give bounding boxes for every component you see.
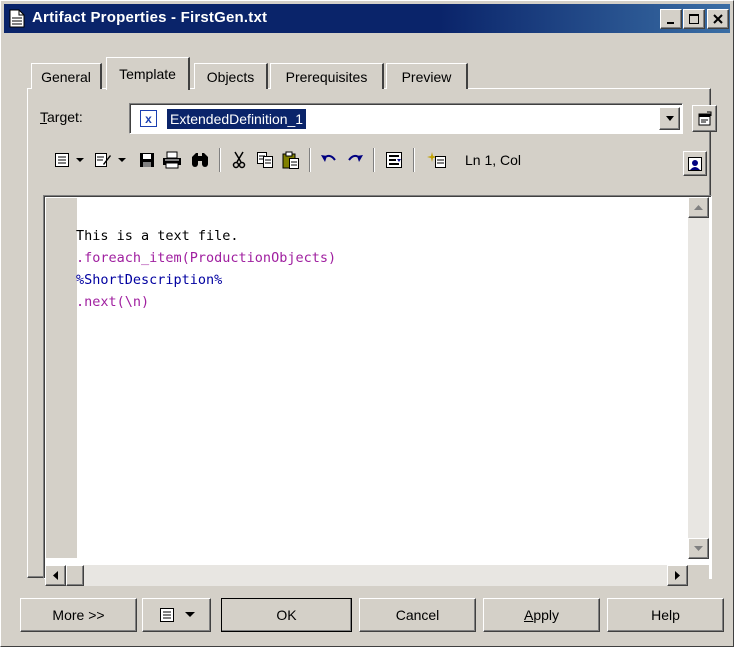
- close-button[interactable]: [707, 9, 729, 29]
- code-line: %ShortDescription%: [76, 272, 223, 288]
- toolbar-separator: [413, 148, 415, 172]
- cut-button[interactable]: [227, 146, 251, 174]
- scissors-icon: [232, 151, 246, 169]
- tab-objects[interactable]: Objects: [194, 63, 268, 89]
- tab-objects-label: Objects: [206, 68, 255, 85]
- minimize-button[interactable]: [660, 9, 682, 29]
- editor-menu-dropdown[interactable]: [73, 146, 87, 174]
- code-line: .next(\n): [76, 294, 150, 310]
- arrow-left-icon: [53, 571, 58, 580]
- arrow-down-icon: [694, 546, 703, 551]
- horizontal-scroll-thumb[interactable]: [66, 565, 84, 586]
- editor-gutter: [46, 198, 77, 558]
- document-icon: [9, 9, 25, 28]
- tab-preview-label: Preview: [401, 68, 452, 85]
- apply-button-label: Apply: [524, 607, 559, 623]
- code-line: .foreach_item(ProductionObjects): [76, 250, 337, 266]
- edit-pencil-icon: [95, 153, 111, 167]
- find-button[interactable]: [187, 146, 213, 174]
- title-bar[interactable]: Artifact Properties - FirstGen.txt: [4, 4, 730, 33]
- redo-icon: [348, 154, 363, 162]
- more-button[interactable]: More >>: [20, 598, 137, 632]
- tab-prerequisites-label: Prerequisites: [285, 68, 368, 85]
- ok-button[interactable]: OK: [221, 598, 352, 632]
- binoculars-icon: [192, 153, 208, 167]
- more-button-label: More >>: [52, 607, 105, 623]
- chevron-down-icon: [76, 157, 84, 162]
- apply-accelerator: A: [523, 607, 534, 623]
- tab-template[interactable]: Template: [106, 57, 190, 90]
- horizontal-scrollbar[interactable]: [45, 565, 688, 586]
- list-menu-icon: [159, 608, 174, 622]
- copy-button[interactable]: [253, 146, 277, 174]
- template-code: This is a text file. .foreach_item(Produc…: [76, 203, 336, 313]
- format-button[interactable]: [381, 146, 407, 174]
- target-combobox[interactable]: x ExtendedDefinition_1: [129, 103, 683, 134]
- window-title: Artifact Properties - FirstGen.txt: [32, 9, 268, 26]
- scroll-up-button[interactable]: [688, 197, 709, 218]
- insert-macro-button[interactable]: [91, 146, 115, 174]
- editor-menu-button[interactable]: [51, 146, 73, 174]
- ok-button-label: OK: [276, 607, 297, 623]
- artifact-properties-window: Artifact Properties - FirstGen.txt Gener…: [0, 0, 734, 647]
- tab-preview[interactable]: Preview: [386, 63, 468, 89]
- toolbar-separator: [373, 148, 375, 172]
- tab-prerequisites[interactable]: Prerequisites: [270, 63, 384, 89]
- tab-general[interactable]: General: [31, 63, 102, 89]
- insert-button[interactable]: [423, 146, 451, 174]
- cursor-position: Ln 1, Col: [465, 152, 522, 168]
- chevron-down-icon: [118, 157, 126, 162]
- scroll-right-button[interactable]: [667, 565, 688, 586]
- properties-icon: [698, 111, 711, 125]
- toolbar-separator: [309, 148, 311, 172]
- arrow-right-icon: [675, 571, 680, 580]
- printer-icon: [163, 151, 181, 169]
- text-format-icon: [386, 152, 402, 168]
- user-face-icon: [688, 156, 702, 171]
- help-button-label: Help: [651, 607, 680, 623]
- maximize-button[interactable]: [683, 9, 705, 29]
- cancel-button-label: Cancel: [395, 607, 440, 623]
- scroll-down-button[interactable]: [688, 538, 709, 559]
- tab-general-label: General: [41, 68, 91, 85]
- editor-toolbar: Ln 1, Col: [51, 146, 701, 176]
- extended-definition-x-icon: x: [140, 110, 157, 127]
- sparkle-insert-icon: [427, 152, 446, 168]
- target-properties-button[interactable]: [692, 105, 717, 132]
- target-label-accelerator: T: [40, 109, 47, 125]
- target-label: Target:: [40, 109, 83, 125]
- chevron-down-icon: [665, 115, 674, 121]
- close-icon: [713, 14, 723, 24]
- apply-label-rest: pply: [533, 607, 560, 623]
- vertical-scrollbar[interactable]: [688, 197, 709, 559]
- target-label-text: arget:: [47, 109, 83, 125]
- minimize-icon: [667, 22, 674, 24]
- cancel-button[interactable]: Cancel: [359, 598, 476, 632]
- undo-button[interactable]: [317, 146, 341, 174]
- save-button[interactable]: [135, 146, 159, 174]
- insert-macro-dropdown[interactable]: [115, 146, 129, 174]
- scroll-left-button[interactable]: [45, 565, 66, 586]
- scrollbar-corner: [688, 565, 709, 586]
- list-menu-icon: [55, 153, 69, 167]
- code-line: This is a text file.: [76, 228, 239, 244]
- paste-button[interactable]: [279, 146, 303, 174]
- tab-template-label: Template: [119, 66, 176, 82]
- tools-menu-button[interactable]: [142, 598, 211, 632]
- target-selected-value: ExtendedDefinition_1: [165, 108, 308, 130]
- target-dropdown-button[interactable]: [659, 107, 680, 130]
- paste-clipboard-icon: [282, 151, 299, 169]
- arrow-up-icon: [694, 205, 703, 210]
- undo-icon: [321, 154, 336, 162]
- toolbar-separator: [219, 148, 221, 172]
- apply-button[interactable]: Apply: [483, 598, 600, 632]
- print-button[interactable]: [159, 146, 185, 174]
- help-button[interactable]: Help: [607, 598, 724, 632]
- chevron-down-icon: [184, 612, 195, 617]
- copy-icon: [257, 152, 273, 168]
- redo-button[interactable]: [343, 146, 367, 174]
- maximize-icon: [689, 14, 699, 24]
- editor-extra-button[interactable]: [683, 151, 707, 176]
- save-disk-icon: [140, 153, 154, 167]
